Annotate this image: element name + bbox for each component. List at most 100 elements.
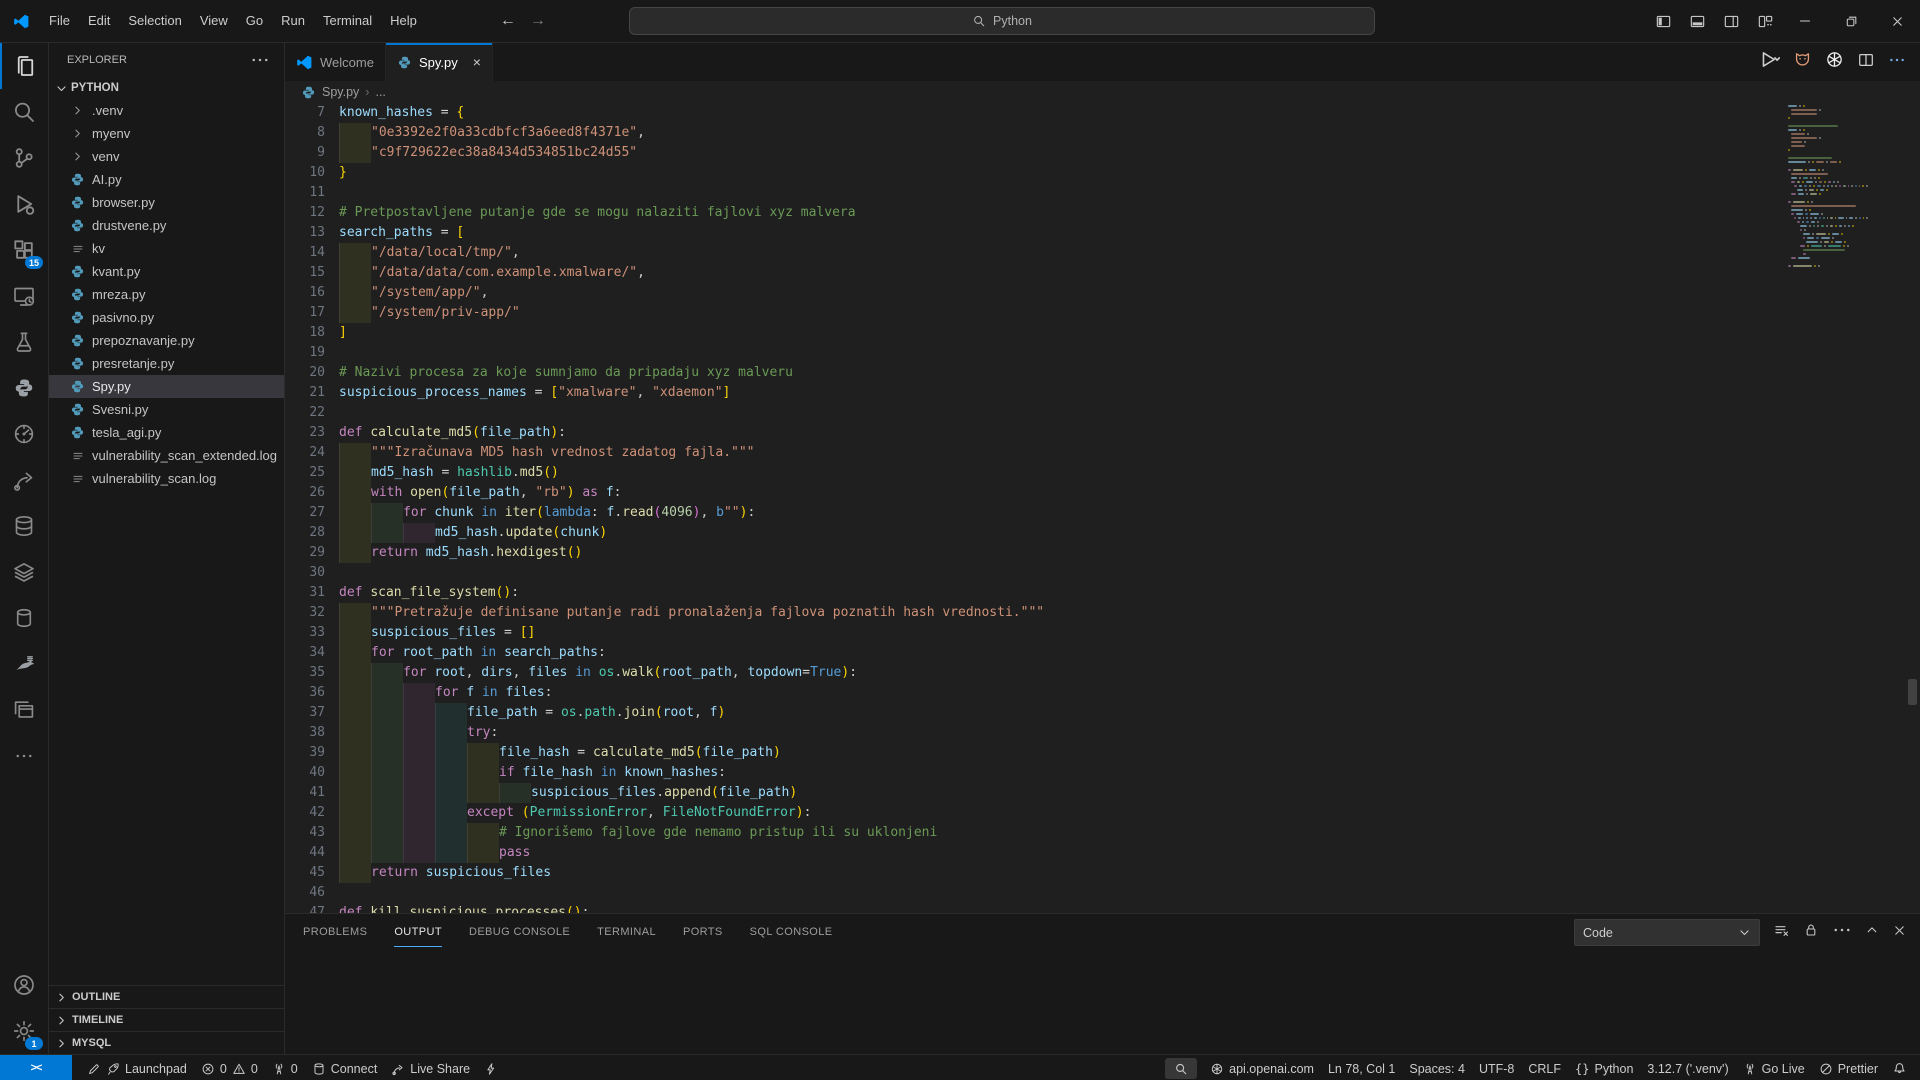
editor-scrollbar[interactable] <box>1908 679 1917 705</box>
code-line-14[interactable]: 14"/data/local/tmp/", <box>285 243 1820 263</box>
code-line-41[interactable]: 41suspicious_files.append(file_path) <box>285 783 1820 803</box>
code-line-18[interactable]: 18] <box>285 323 1820 343</box>
code-line-22[interactable]: 22 <box>285 403 1820 423</box>
code-line-36[interactable]: 36for f in files: <box>285 683 1820 703</box>
code-line-17[interactable]: 17"/system/priv-app/" <box>285 303 1820 323</box>
panel-tab-sql-console[interactable]: SQL CONSOLE <box>750 926 833 938</box>
status-sql-connect[interactable]: Connect <box>305 1055 385 1080</box>
activity-search[interactable] <box>0 89 48 135</box>
status-interpreter[interactable]: 3.12.7 ('.venv') <box>1640 1055 1735 1080</box>
explorer-actions-icon[interactable] <box>250 50 270 70</box>
code-line-13[interactable]: 13search_paths = [ <box>285 223 1820 243</box>
code-line-11[interactable]: 11 <box>285 183 1820 203</box>
menu-run[interactable]: Run <box>272 8 314 34</box>
activity-python[interactable] <box>0 365 48 411</box>
status-language-mode[interactable]: {}Python <box>1568 1055 1640 1080</box>
tree-item-vulnerability-scan-log[interactable]: vulnerability_scan.log <box>49 467 284 490</box>
tree-item-svesni-py[interactable]: Svesni.py <box>49 398 284 421</box>
tree-item-prepoznavanje-py[interactable]: prepoznavanje.py <box>49 329 284 352</box>
status-launchpad[interactable]: Launchpad <box>80 1055 194 1080</box>
activity-source-control[interactable] <box>0 135 48 181</box>
status-remote[interactable]: >< <box>0 1055 72 1080</box>
panel-tab-terminal[interactable]: TERMINAL <box>597 926 656 938</box>
code-line-43[interactable]: 43# Ignorišemo fajlove gde nemamo pristu… <box>285 823 1820 843</box>
panel-tab-output[interactable]: OUTPUT <box>394 926 442 938</box>
section-timeline[interactable]: TIMELINE <box>49 1008 284 1031</box>
back-icon[interactable]: ← <box>500 12 516 30</box>
menu-help[interactable]: Help <box>381 8 426 34</box>
panel-tab-problems[interactable]: PROBLEMS <box>303 926 367 938</box>
breadcrumb-file[interactable]: Spy.py <box>322 85 359 99</box>
tree-item-browser-py[interactable]: browser.py <box>49 191 284 214</box>
toggle-primary-sidebar-button[interactable] <box>1646 0 1680 42</box>
action-split-editor[interactable] <box>1857 51 1875 74</box>
activity-layers-view[interactable] <box>0 549 48 595</box>
activity-extensions[interactable]: 15 <box>0 227 48 273</box>
status-prettier[interactable]: Prettier <box>1812 1055 1885 1080</box>
code-line-20[interactable]: 20# Nazivi procesa za koje sumnjamo da p… <box>285 363 1820 383</box>
code-line-21[interactable]: 21suspicious_process_names = ["xmalware"… <box>285 383 1820 403</box>
activity-accounts[interactable] <box>0 962 48 1008</box>
menu-go[interactable]: Go <box>237 8 272 34</box>
menu-edit[interactable]: Edit <box>79 8 119 34</box>
tree-item-kvant-py[interactable]: kvant.py <box>49 260 284 283</box>
toggle-secondary-sidebar-button[interactable] <box>1714 0 1748 42</box>
code-line-46[interactable]: 46 <box>285 883 1820 903</box>
action-run-python-file[interactable] <box>1759 49 1780 75</box>
code-line-32[interactable]: 32"""Pretražuje definisane putanje radi … <box>285 603 1820 623</box>
section-mysql[interactable]: MYSQL <box>49 1031 284 1054</box>
action-openai[interactable] <box>1825 50 1844 74</box>
code-line-16[interactable]: 16"/system/app/", <box>285 283 1820 303</box>
minimap[interactable] <box>1788 105 1870 269</box>
tree-item--venv[interactable]: .venv <box>49 99 284 122</box>
code-line-27[interactable]: 27for chunk in iter(lambda: f.read(4096)… <box>285 503 1820 523</box>
code-line-30[interactable]: 30 <box>285 563 1820 583</box>
activity-additional-views[interactable] <box>0 733 48 779</box>
tree-root-python[interactable]: PYTHON <box>49 77 284 99</box>
tree-item-kv[interactable]: kv <box>49 237 284 260</box>
customize-layout-button[interactable] <box>1748 0 1782 42</box>
code-line-28[interactable]: 28md5_hash.update(chunk) <box>285 523 1820 543</box>
minimize-button[interactable] <box>1782 0 1828 42</box>
tree-item-tesla-agi-py[interactable]: tesla_agi.py <box>49 421 284 444</box>
status-live-share-status[interactable]: Live Share <box>384 1055 477 1080</box>
menu-terminal[interactable]: Terminal <box>314 8 381 34</box>
activity-mysql[interactable] <box>0 641 48 687</box>
tree-item-venv[interactable]: venv <box>49 145 284 168</box>
tree-item-ai-py[interactable]: AI.py <box>49 168 284 191</box>
code-line-40[interactable]: 40if file_hash in known_hashes: <box>285 763 1820 783</box>
code-line-45[interactable]: 45return suspicious_files <box>285 863 1820 883</box>
activity-manage[interactable]: 1 <box>0 1008 48 1054</box>
code-line-33[interactable]: 33suspicious_files = [] <box>285 623 1820 643</box>
status-ports-forwarded[interactable]: 0 <box>265 1055 305 1080</box>
menu-file[interactable]: File <box>40 8 79 34</box>
status-notifications[interactable] <box>1885 1055 1914 1080</box>
code-line-37[interactable]: 37file_path = os.path.join(root, f) <box>285 703 1820 723</box>
tree-item-drustvene-py[interactable]: drustvene.py <box>49 214 284 237</box>
code-line-35[interactable]: 35for root, dirs, files in os.walk(root_… <box>285 663 1820 683</box>
section-outline[interactable]: OUTLINE <box>49 985 284 1008</box>
panel-tab-debug-console[interactable]: DEBUG CONSOLE <box>469 926 570 938</box>
status-thunder[interactable] <box>477 1055 505 1080</box>
breadcrumb[interactable]: Spy.py › ... <box>285 81 1920 103</box>
code-line-44[interactable]: 44pass <box>285 843 1820 863</box>
close-icon[interactable]: × <box>473 54 481 70</box>
code-line-26[interactable]: 26with open(file_path, "rb") as f: <box>285 483 1820 503</box>
output-channel-select[interactable]: Code <box>1574 919 1760 946</box>
status-go-live[interactable]: Go Live <box>1736 1055 1812 1080</box>
status-search-toggle[interactable] <box>1165 1058 1197 1079</box>
activity-testing[interactable] <box>0 319 48 365</box>
status-eol[interactable]: CRLF <box>1521 1055 1568 1080</box>
forward-icon[interactable]: → <box>530 12 546 30</box>
status-cursor-position[interactable]: Ln 78, Col 1 <box>1321 1055 1402 1080</box>
tree-item-mreza-py[interactable]: mreza.py <box>49 283 284 306</box>
tree-item-presretanje-py[interactable]: presretanje.py <box>49 352 284 375</box>
activity-storage[interactable] <box>0 595 48 641</box>
tree-item-myenv[interactable]: myenv <box>49 122 284 145</box>
tab-welcome[interactable]: Welcome <box>285 43 386 81</box>
activity-sqltools[interactable] <box>0 503 48 549</box>
close-button[interactable] <box>1874 0 1920 42</box>
code-line-19[interactable]: 19 <box>285 343 1820 363</box>
tree-item-vulnerability-scan-extended-log[interactable]: vulnerability_scan_extended.log <box>49 444 284 467</box>
menu-selection[interactable]: Selection <box>119 8 190 34</box>
